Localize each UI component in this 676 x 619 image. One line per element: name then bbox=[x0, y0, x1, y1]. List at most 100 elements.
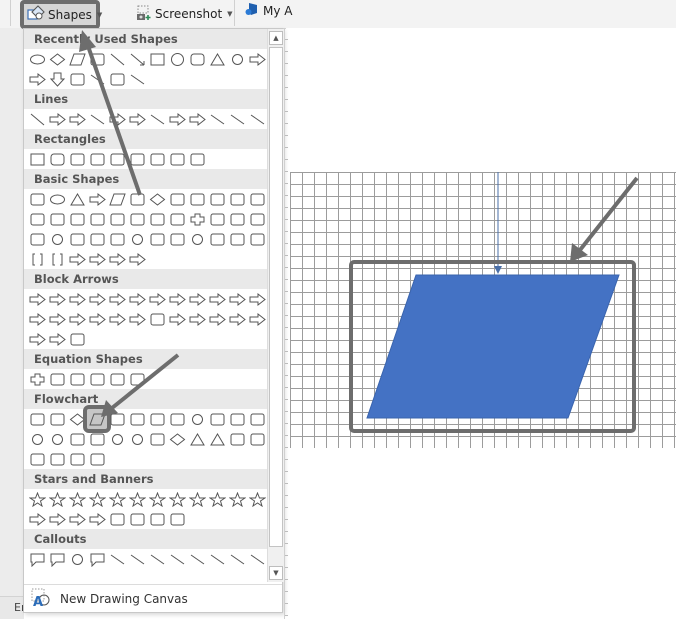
shape-or-button[interactable] bbox=[127, 429, 147, 449]
shape-hexagon-button[interactable] bbox=[187, 189, 207, 209]
shape-right-arrow-button[interactable] bbox=[27, 69, 47, 89]
shape-freeform-button[interactable] bbox=[227, 109, 247, 129]
shape-terminator-button[interactable] bbox=[187, 409, 207, 429]
scroll-up-button[interactable]: ▲ bbox=[269, 31, 283, 45]
shape-line-callout-2-accent-button[interactable] bbox=[187, 549, 207, 569]
shape-curve-free-button[interactable] bbox=[207, 109, 227, 129]
shape-moon-button[interactable] bbox=[207, 229, 227, 249]
shape-star-5-button[interactable] bbox=[87, 489, 107, 509]
shape-vertical-scroll-button[interactable] bbox=[107, 509, 127, 529]
shape-plus-button[interactable] bbox=[27, 369, 47, 389]
shape-curved-double-arrow-button[interactable] bbox=[187, 109, 207, 129]
shape-divide-button[interactable] bbox=[87, 369, 107, 389]
shape-right-callout-button[interactable] bbox=[187, 309, 207, 329]
shape-freeform-scribble-button[interactable] bbox=[87, 69, 107, 89]
shape-scribble-button[interactable] bbox=[247, 109, 267, 129]
shape-bent-up-button[interactable] bbox=[247, 289, 267, 309]
shape-star-7-button[interactable] bbox=[127, 489, 147, 509]
shape-octagon-8-button[interactable] bbox=[227, 189, 247, 209]
shape-right-bracket-button[interactable] bbox=[87, 249, 107, 269]
shape-magnetic-disk-button[interactable] bbox=[47, 449, 67, 469]
shape-internal-storage-button[interactable] bbox=[127, 409, 147, 429]
scroll-thumb[interactable] bbox=[269, 47, 283, 547]
shape-curved-right-button[interactable] bbox=[27, 309, 47, 329]
shape-elbow-double-arrow-button[interactable] bbox=[127, 109, 147, 129]
shape-off-page-connector-button[interactable] bbox=[47, 429, 67, 449]
shape-star-16-button[interactable] bbox=[207, 489, 227, 509]
shape-bevel-button[interactable] bbox=[27, 229, 47, 249]
shape-curved-left-button[interactable] bbox=[47, 309, 67, 329]
shape-pie-button[interactable] bbox=[47, 209, 67, 229]
shape-frame-button[interactable] bbox=[107, 209, 127, 229]
shape-line-callout-3-accent-button[interactable] bbox=[207, 549, 227, 569]
scroll-down-button[interactable]: ▼ bbox=[269, 566, 283, 580]
shape-cube-button[interactable] bbox=[247, 209, 267, 229]
shape-arc-button[interactable] bbox=[247, 229, 267, 249]
shape-quad-callout-button[interactable] bbox=[47, 329, 67, 349]
shape-double-bracket-button[interactable] bbox=[27, 249, 47, 269]
shape-trapezoid-button[interactable] bbox=[127, 189, 147, 209]
shape-rectangle-button[interactable] bbox=[147, 49, 167, 69]
shape-star-4-button[interactable] bbox=[67, 489, 87, 509]
shape-snip-shape-button[interactable] bbox=[67, 69, 87, 89]
shape-rounded-rectangle-button[interactable] bbox=[187, 49, 207, 69]
shape-double-wave-button[interactable] bbox=[167, 509, 187, 529]
shape-minus-button[interactable] bbox=[47, 369, 67, 389]
shape-preparation-button[interactable] bbox=[207, 409, 227, 429]
shape-cloud-callout-button[interactable] bbox=[87, 549, 107, 569]
shape-down-arrow-button[interactable] bbox=[47, 69, 67, 89]
shape-heart-button[interactable] bbox=[147, 229, 167, 249]
shape-punched-tape-button[interactable] bbox=[87, 429, 107, 449]
shape-line-callout-1-accent-button[interactable] bbox=[167, 549, 187, 569]
shape-triangle-button[interactable] bbox=[67, 189, 87, 209]
shape-extract-button[interactable] bbox=[187, 429, 207, 449]
shape-block-arc-button[interactable] bbox=[87, 229, 107, 249]
shape-diagonal-stripe-button[interactable] bbox=[167, 209, 187, 229]
shape-right-brace-button[interactable] bbox=[127, 249, 147, 269]
shape-oval-button[interactable] bbox=[47, 189, 67, 209]
shape-rounded-rectangle-button[interactable] bbox=[47, 149, 67, 169]
shape-data-button[interactable] bbox=[83, 405, 111, 433]
shape-star-12-button[interactable] bbox=[187, 489, 207, 509]
shape-text-box-button[interactable] bbox=[27, 189, 47, 209]
shape-star-24-button[interactable] bbox=[227, 489, 247, 509]
shape-double-brace-button[interactable] bbox=[47, 249, 67, 269]
shape-horizontal-scroll-button[interactable] bbox=[127, 509, 147, 529]
shape-line-button[interactable] bbox=[107, 49, 127, 69]
shape-no-symbol-button[interactable] bbox=[67, 229, 87, 249]
shape-heptagon-7-button[interactable] bbox=[207, 189, 227, 209]
shape-arrow-button[interactable] bbox=[47, 109, 67, 129]
shape-up-callout-button[interactable] bbox=[247, 309, 267, 329]
shape-curved-arrow-button[interactable] bbox=[167, 109, 187, 129]
shape-left-right-button[interactable] bbox=[107, 289, 127, 309]
shape-up-button[interactable] bbox=[67, 289, 87, 309]
shape-manual-input-button[interactable] bbox=[227, 409, 247, 429]
my-addins-button[interactable]: My A bbox=[245, 2, 292, 19]
shape-triangle-button[interactable] bbox=[207, 49, 227, 69]
shape-elbow-arrow-button[interactable] bbox=[107, 109, 127, 129]
shape-parallelogram-button[interactable] bbox=[107, 189, 127, 209]
shape-wave-curve-button[interactable] bbox=[127, 69, 147, 89]
new-drawing-canvas-item[interactable]: A New Drawing Canvas bbox=[24, 584, 282, 612]
shape-oval-button[interactable] bbox=[27, 49, 47, 69]
shape-curved-down-button[interactable] bbox=[87, 309, 107, 329]
shape-explosion-2-button[interactable] bbox=[47, 489, 67, 509]
shape-line-button[interactable] bbox=[27, 109, 47, 129]
shape-sun-button[interactable] bbox=[187, 229, 207, 249]
shape-u-turn-button[interactable] bbox=[207, 289, 227, 309]
shape-left-brace-button[interactable] bbox=[107, 249, 127, 269]
shape-cross-button[interactable] bbox=[187, 209, 207, 229]
shape-chord-button[interactable] bbox=[67, 209, 87, 229]
shape-sequential-access-button[interactable] bbox=[27, 449, 47, 469]
shape-ribbon-down-button[interactable] bbox=[47, 509, 67, 529]
shape-can-button[interactable] bbox=[227, 209, 247, 229]
shape-predefined-process-button[interactable] bbox=[107, 409, 127, 429]
shape-elbow-button[interactable] bbox=[87, 109, 107, 129]
shape-rect-callout-button[interactable] bbox=[27, 549, 47, 569]
shape-pentagon-button[interactable] bbox=[147, 309, 167, 329]
shape-star-8-button[interactable] bbox=[147, 489, 167, 509]
shape-quad-button[interactable] bbox=[147, 289, 167, 309]
shape-oval-callout-button[interactable] bbox=[67, 549, 87, 569]
screenshot-button[interactable]: Screenshot ▼ bbox=[136, 4, 233, 24]
shape-equal-button[interactable] bbox=[107, 369, 127, 389]
